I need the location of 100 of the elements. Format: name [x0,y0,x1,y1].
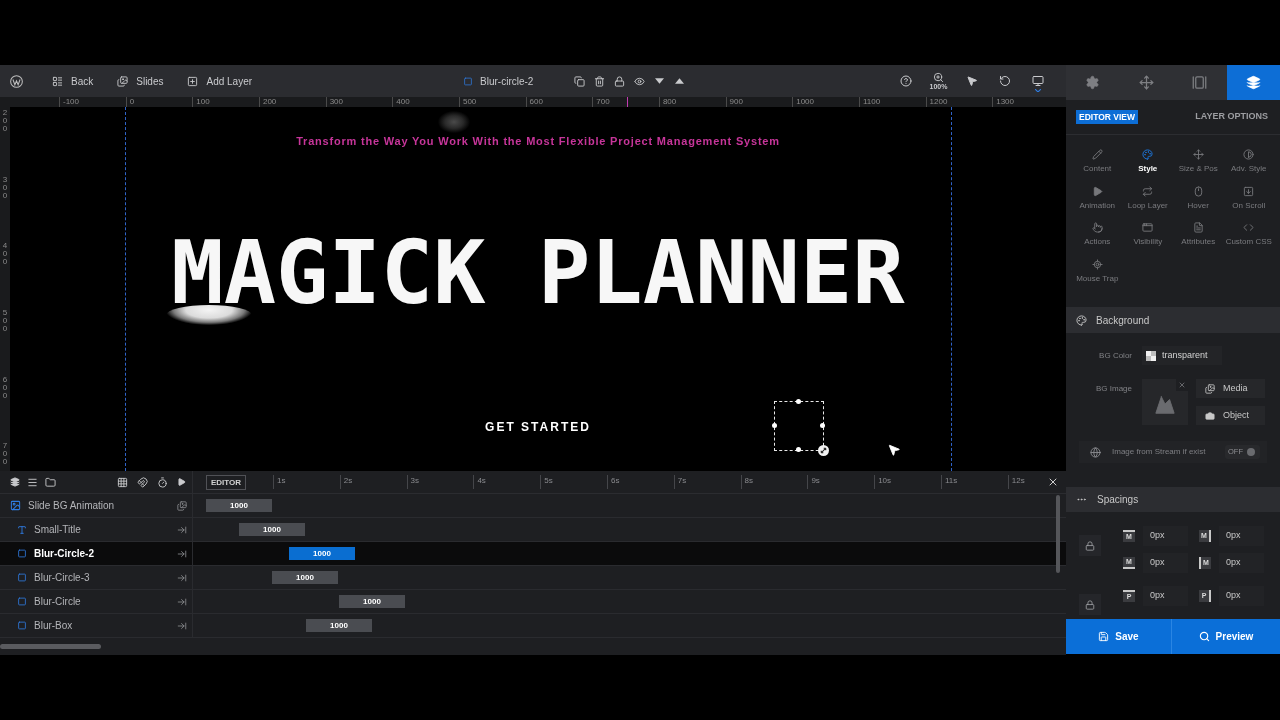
arrow-to-line-icon[interactable] [177,620,187,631]
spacing-field[interactable]: 0px [1143,526,1188,546]
duration-bar[interactable]: 1000 [306,619,372,632]
undo-icon[interactable] [998,75,1011,87]
section-header[interactable]: Spacings [1066,487,1280,512]
ruler-label: 600 [1,375,9,400]
resize-handle[interactable] [796,399,801,404]
spacing-field[interactable]: 0px [1219,586,1264,606]
caret-down-icon[interactable] [655,78,665,84]
stopwatch-icon[interactable] [157,476,168,488]
layer-option-tab[interactable]: Visibility [1122,222,1173,260]
duration-bar[interactable]: 1000 [289,547,355,560]
object-button[interactable]: Object [1196,406,1265,425]
pointer-icon[interactable] [965,75,978,87]
images-icon [1205,383,1215,394]
add-layer-button[interactable]: Add Layer [185,71,255,91]
media-button[interactable]: Media [1196,379,1265,398]
save-button[interactable]: Save [1066,619,1172,654]
spacing-field[interactable]: 0px [1219,526,1264,546]
crosshair-icon [1091,259,1103,271]
layer-option-tab[interactable]: Loop Layer [1122,185,1173,223]
resize-handle[interactable] [796,447,801,452]
layer-row[interactable]: Blur-Circle 1000 [0,590,1066,614]
preview-button[interactable]: Preview [1172,619,1280,654]
play-icon[interactable] [177,477,186,487]
layer-option-tab[interactable]: Style [1122,149,1173,186]
arrow-to-line-icon[interactable] [177,524,187,535]
resize-handle[interactable] [820,423,825,428]
section-header[interactable]: Background [1066,307,1280,333]
spacing-field[interactable]: 0px [1143,553,1188,573]
images-icon[interactable] [177,500,187,511]
layer-row[interactable]: Blur-Circle-3 1000 [0,566,1066,590]
layer-option-tab[interactable]: Adv. Style [1223,149,1274,186]
duration-bar[interactable]: 1000 [239,523,305,536]
layer-name: Blur-Circle [34,595,81,609]
layer-option-tab[interactable]: Hover [1173,185,1224,223]
ruler-label: 500 [462,97,477,107]
layer-option-tab[interactable]: Animation [1072,185,1123,223]
editor-mode-button[interactable]: EDITOR [206,474,246,490]
panel-tab[interactable] [1173,65,1227,100]
layer-option-tab[interactable]: Size & Pos [1173,149,1224,186]
editor-view-badge[interactable]: EDITOR VIEW [1076,110,1139,124]
arrow-to-line-icon[interactable] [177,572,187,583]
duration-bar[interactable]: 1000 [339,595,405,608]
selection-box[interactable] [771,398,831,458]
caret-up-icon[interactable] [675,78,685,84]
zoom-icon[interactable] [933,71,944,83]
logo-icon[interactable] [10,74,23,88]
resize-handle-icon[interactable] [818,445,829,456]
magnet-icon[interactable] [137,476,148,488]
arrow-to-line-icon[interactable] [177,596,187,607]
lock-button[interactable] [1079,535,1101,556]
lock-button[interactable] [1079,594,1101,615]
panel-tab[interactable] [1066,65,1120,100]
slides-button[interactable]: Slides [115,71,166,91]
panel-tab[interactable] [1226,65,1280,100]
search-icon [1198,631,1210,642]
lock-icon[interactable] [614,75,626,87]
get-started-button[interactable]: GET STARTED [485,420,591,434]
color-field[interactable]: transparent [1142,346,1222,365]
layer-option-tab[interactable]: Mouse Trap [1072,259,1123,296]
ruler-label: 500 [1,309,9,334]
layer-row[interactable]: Blur-Box 1000 [0,614,1066,638]
plus-square-icon [187,75,199,87]
option-label: Image from Stream if exist [1112,446,1206,458]
layer-name: Blur-Circle-2 [34,547,94,561]
grid-icon[interactable] [117,476,128,488]
image-drop-area[interactable] [1142,379,1188,425]
layer-row[interactable]: Slide BG Animation 1000 [0,494,1066,518]
close-icon[interactable] [1047,476,1059,488]
field-label: BG Color [1098,349,1132,362]
duration-bar[interactable]: 1000 [206,499,272,512]
ruler-label: 1000 [796,97,814,107]
arrow-to-line-icon[interactable] [177,548,187,559]
copy-icon[interactable] [574,75,586,87]
ruler-label: 700 [1,442,9,467]
layer-option-tab[interactable]: Custom CSS [1223,222,1274,260]
layer-row[interactable]: Blur-Circle-2 1000 [0,542,1066,566]
duration-bar[interactable]: 1000 [272,571,338,584]
layers-icon[interactable] [10,477,20,487]
monitor-icon[interactable] [1031,74,1044,87]
spacing-field[interactable]: 0px [1219,553,1264,573]
layer-option-tab[interactable]: Attributes [1173,222,1224,260]
back-button[interactable]: Back [50,71,96,91]
spacing-field[interactable]: 0px [1143,586,1188,606]
square-icon [17,573,27,582]
menu-icon[interactable] [27,476,38,488]
layer-option-tab[interactable]: Actions [1072,222,1123,260]
layer-option-tab[interactable]: On Scroll [1223,185,1274,223]
vertical-scrollbar[interactable] [1056,495,1060,573]
ruler-label: 900 [729,97,743,107]
trash-icon[interactable] [594,75,606,87]
horizontal-scrollbar[interactable] [0,644,101,649]
folder-icon[interactable] [45,476,56,488]
eye-icon[interactable] [634,75,646,87]
resize-handle[interactable] [772,423,777,428]
layer-option-tab[interactable]: Content [1072,149,1123,186]
layer-row[interactable]: Small-Title 1000 [0,518,1066,542]
help-icon[interactable] [899,75,912,87]
time-tick-label: 7s [677,475,687,486]
